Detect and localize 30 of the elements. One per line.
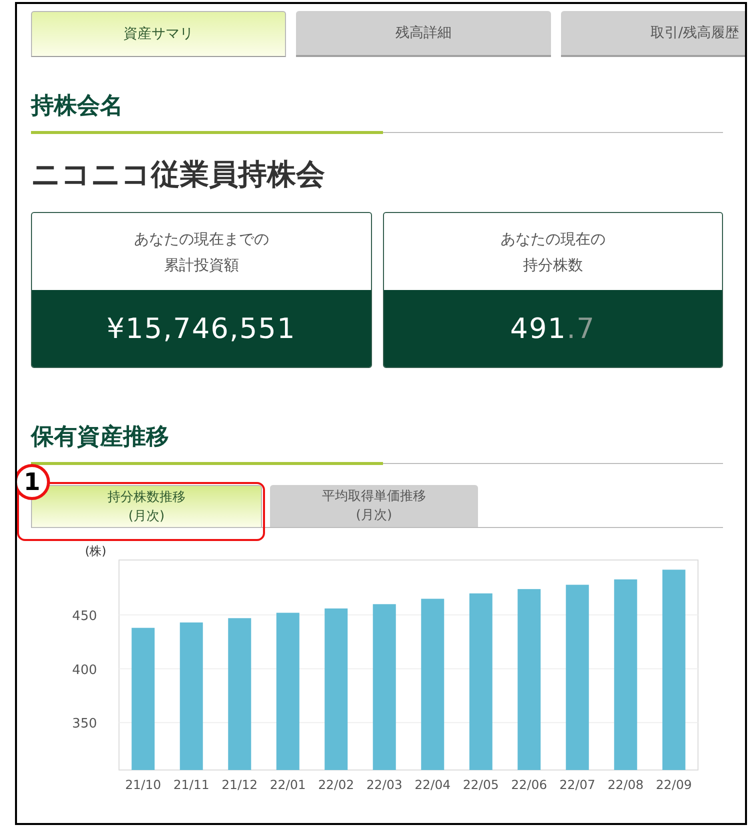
card-label: 累計投資額 xyxy=(164,254,239,276)
x-tick-label: 22/04 xyxy=(414,777,451,792)
card-label: あなたの現在までの xyxy=(134,228,269,250)
tab[interactable]: 残高詳細 xyxy=(296,11,551,57)
chart-tab[interactable]: 平均取得単価推移 (月次) xyxy=(270,485,478,527)
tab[interactable]: 資産サマリ xyxy=(31,11,286,57)
card-value: ¥15,746,551 xyxy=(106,310,296,346)
section-heading: 持株会名 xyxy=(31,92,123,121)
x-tick-label: 21/11 xyxy=(173,777,210,792)
x-tick-label: 22/09 xyxy=(656,777,692,792)
x-tick-label: 22/01 xyxy=(270,777,306,792)
step-number-badge: 1 xyxy=(17,464,50,500)
y-tick-label: 350 xyxy=(72,716,97,732)
x-tick-label: 21/12 xyxy=(222,777,258,792)
company-name: ニコニコ従業員持株会 xyxy=(31,156,326,193)
x-tick-label: 22/06 xyxy=(511,777,548,792)
x-tick-label: 21/10 xyxy=(125,777,162,792)
y-tick-label: 450 xyxy=(72,608,97,624)
y-axis-label: (株) xyxy=(85,544,106,558)
x-tick-label: 22/07 xyxy=(559,777,596,792)
y-tick-label: 400 xyxy=(72,662,97,678)
x-tick-label: 22/02 xyxy=(318,777,354,792)
x-tick-label: 22/08 xyxy=(608,777,644,792)
tab[interactable]: 取引/残高履歴 xyxy=(561,11,745,57)
card-label: あなたの現在の xyxy=(500,228,606,250)
x-tick-label: 22/03 xyxy=(366,777,402,792)
section-heading: 保有資産推移 xyxy=(31,423,169,452)
card-value: 491.7 xyxy=(510,310,596,346)
card-label: 持分株数 xyxy=(522,254,583,276)
x-tick-label: 22/05 xyxy=(462,777,499,792)
